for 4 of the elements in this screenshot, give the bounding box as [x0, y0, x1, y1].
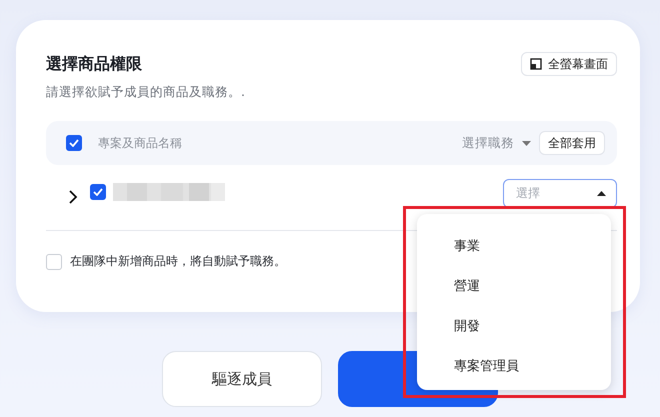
- column-label: 專案及商品名稱: [98, 134, 182, 152]
- card-subtitle: 請選擇欲賦予成員的商品及職務。.: [46, 84, 246, 101]
- card-title: 選擇商品權限: [46, 54, 142, 74]
- auto-assign-label: 在團隊中新增商品時，將自動賦予職務。: [70, 253, 286, 270]
